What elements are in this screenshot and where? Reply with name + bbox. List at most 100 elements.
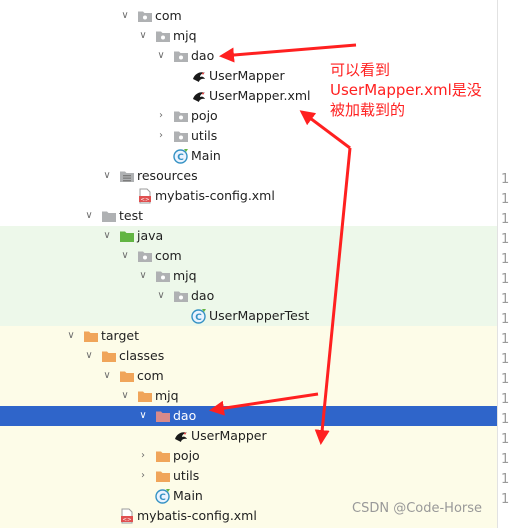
tree-item-java[interactable]: ∨ java: [0, 226, 497, 246]
tree-item-label: utils: [173, 468, 200, 483]
chevron-down-icon[interactable]: ∨: [137, 266, 149, 286]
chevron-down-icon[interactable]: ∨: [83, 206, 95, 226]
resources-folder-icon: [119, 168, 135, 184]
tree-item-label: utils: [191, 128, 218, 143]
chevron-down-icon[interactable]: ∨: [137, 26, 149, 46]
line-number: 1: [501, 232, 510, 247]
tree-item-label: classes: [119, 348, 165, 363]
tree-item-label: dao: [191, 288, 215, 303]
tree-item-label: mybatis-config.xml: [155, 188, 275, 203]
tree-item-label: test: [119, 208, 144, 223]
package-folder-icon: [173, 48, 189, 64]
mybatis-bird-icon: [173, 428, 189, 444]
excluded-folder-icon: [119, 368, 135, 384]
line-number: 1: [501, 392, 510, 407]
chevron-down-icon[interactable]: ∨: [119, 246, 131, 266]
chevron-down-icon[interactable]: ∨: [101, 366, 113, 386]
chevron-down-icon[interactable]: ∨: [155, 286, 167, 306]
tree-item-com[interactable]: ∨ com: [0, 246, 497, 266]
svg-text:C: C: [195, 313, 202, 323]
chevron-down-icon[interactable]: ∨: [119, 386, 131, 406]
package-folder-icon: [137, 8, 153, 24]
excluded-folder-icon: [155, 448, 171, 464]
line-number: 1: [501, 272, 510, 287]
tree-item-label: UserMapper: [191, 428, 267, 443]
package-folder-icon: [173, 128, 189, 144]
tree-item-label: UserMapperTest: [209, 308, 310, 323]
tree-item-main[interactable]: C Main: [0, 146, 497, 166]
package-folder-icon: [155, 268, 171, 284]
chevron-down-icon[interactable]: ∨: [137, 406, 149, 426]
chevron-right-icon[interactable]: ›: [137, 446, 149, 466]
chevron-down-icon[interactable]: ∨: [65, 326, 77, 346]
excluded-folder-icon: [155, 468, 171, 484]
java-class-icon: C: [191, 308, 207, 324]
tree-item-label: pojo: [191, 108, 218, 123]
line-number: 1: [501, 412, 510, 427]
xml-file-icon: <>: [119, 508, 135, 524]
java-class-icon: C: [173, 148, 189, 164]
chevron-down-icon[interactable]: ∨: [101, 226, 113, 246]
tree-item-label: mybatis-config.xml: [137, 508, 257, 523]
tree-item-resources[interactable]: ∨ resources: [0, 166, 497, 186]
tree-item-label: com: [155, 8, 182, 23]
line-number: 1: [501, 472, 510, 487]
line-number: 1: [501, 332, 510, 347]
tree-item-mjq[interactable]: ∨ mjq: [0, 26, 497, 46]
tree-item-label: mjq: [173, 268, 197, 283]
excluded-folder-icon: [83, 328, 99, 344]
chevron-right-icon[interactable]: ›: [137, 466, 149, 486]
tree-item-label: resources: [137, 168, 198, 183]
editor-gutter-divider: [497, 0, 498, 528]
svg-text:C: C: [177, 153, 184, 163]
line-number: 1: [501, 252, 510, 267]
tree-item-label: UserMapper.xml: [209, 88, 311, 103]
line-number: 1: [501, 432, 510, 447]
tree-item-com[interactable]: ∨ com: [0, 366, 497, 386]
tree-item-label: com: [137, 368, 164, 383]
tree-item-classes[interactable]: ∨ classes: [0, 346, 497, 366]
tree-item-target[interactable]: ∨ target: [0, 326, 497, 346]
svg-text:<>: <>: [122, 517, 132, 523]
tree-item-mjq[interactable]: ∨ mjq: [0, 386, 497, 406]
tree-item-mybatis-config-xml[interactable]: <> mybatis-config.xml: [0, 186, 497, 206]
tree-item-test[interactable]: ∨ test: [0, 206, 497, 226]
tree-item-label: mjq: [155, 388, 179, 403]
excluded-folder-icon: [101, 348, 117, 364]
annotation-line: UserMapper.xml是没: [330, 81, 482, 99]
line-number: 1: [501, 372, 510, 387]
tree-item-utils[interactable]: › utils: [0, 466, 497, 486]
line-number: 1: [501, 212, 510, 227]
tree-item-label: Main: [173, 488, 203, 503]
line-number: 1: [501, 352, 510, 367]
svg-text:<>: <>: [140, 197, 150, 203]
chevron-down-icon[interactable]: ∨: [83, 346, 95, 366]
tree-item-usermapper[interactable]: UserMapper: [0, 426, 497, 446]
test-source-folder-icon: [119, 228, 135, 244]
chevron-down-icon[interactable]: ∨: [101, 166, 113, 186]
tree-item-com[interactable]: ∨ com: [0, 6, 497, 26]
tree-item-label: UserMapper: [209, 68, 285, 83]
tree-item-mjq[interactable]: ∨ mjq: [0, 266, 497, 286]
java-class-icon: C: [155, 488, 171, 504]
package-folder-icon: [155, 28, 171, 44]
line-number: 1: [501, 172, 510, 187]
tree-item-label: pojo: [173, 448, 200, 463]
tree-item-label: dao: [191, 48, 215, 63]
tree-item-dao[interactable]: ∨ dao: [0, 286, 497, 306]
excluded-folder-icon: [137, 388, 153, 404]
chevron-down-icon[interactable]: ∨: [155, 46, 167, 66]
tree-item-utils[interactable]: › utils: [0, 126, 497, 146]
mybatis-bird-icon: [191, 68, 207, 84]
line-number: 1: [501, 492, 510, 507]
xml-file-icon: <>: [137, 188, 153, 204]
line-number: 1: [501, 192, 510, 207]
tree-item-usermappertest[interactable]: C UserMapperTest: [0, 306, 497, 326]
tree-item-label: dao: [173, 408, 197, 423]
chevron-down-icon[interactable]: ∨: [119, 6, 131, 26]
chevron-right-icon[interactable]: ›: [155, 106, 167, 126]
tree-item-pojo[interactable]: › pojo: [0, 446, 497, 466]
tree-item-dao[interactable]: ∨ dao: [0, 406, 497, 426]
tree-item-label: java: [137, 228, 164, 243]
chevron-right-icon[interactable]: ›: [155, 126, 167, 146]
